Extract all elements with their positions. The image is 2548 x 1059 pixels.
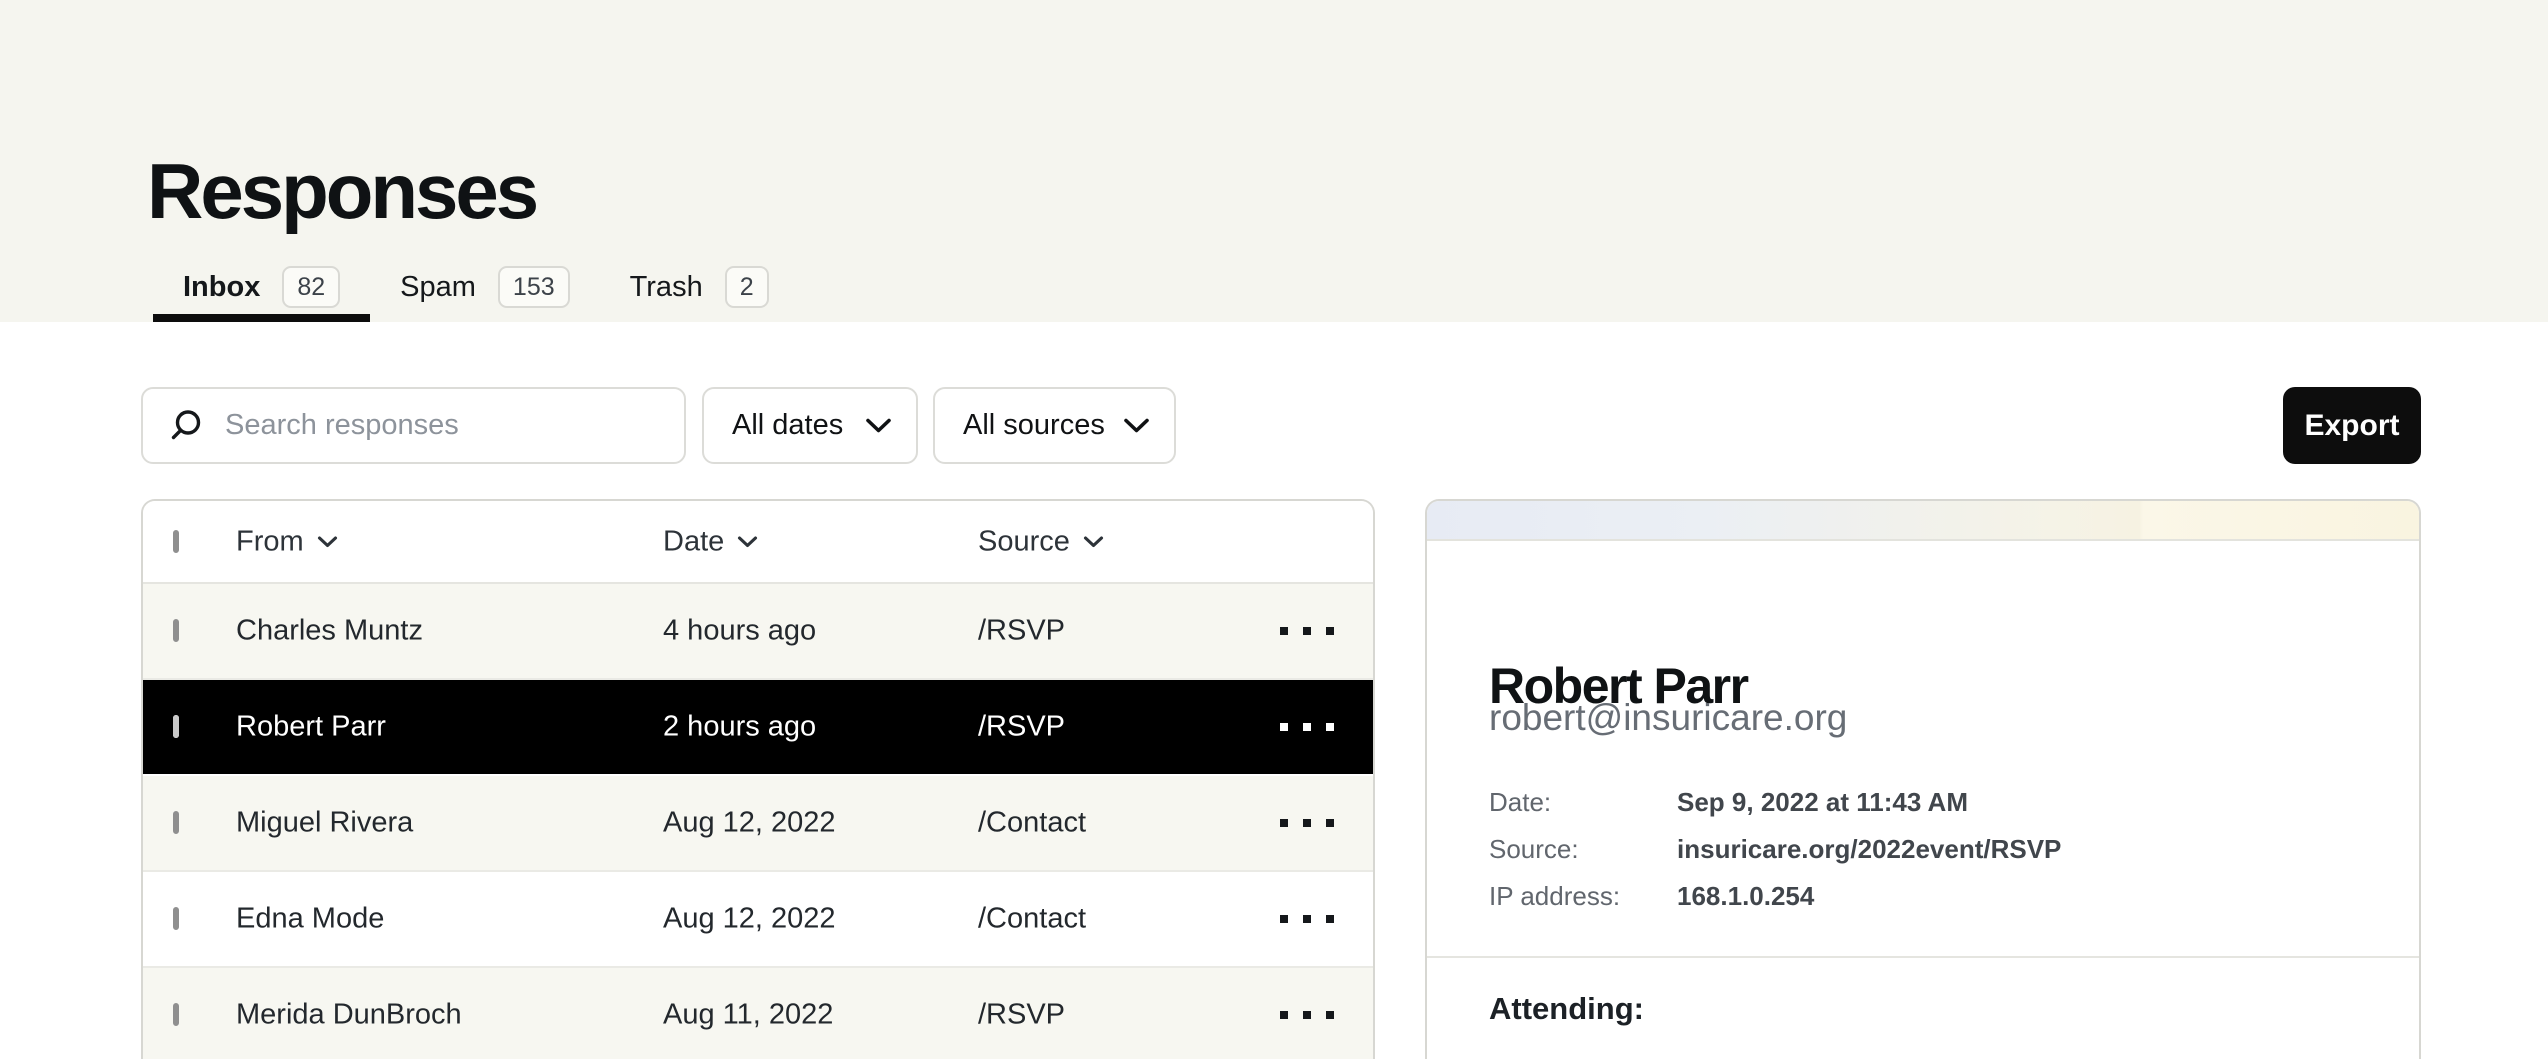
tab-trash[interactable]: Trash 2 bbox=[600, 252, 799, 322]
table-row[interactable]: Edna Mode Aug 12, 2022 /Contact bbox=[143, 872, 1373, 968]
chevron-down-icon bbox=[1083, 535, 1104, 548]
tab-inbox-count-badge: 82 bbox=[282, 266, 340, 309]
page-title: Responses bbox=[147, 152, 536, 230]
select-all-checkbox[interactable] bbox=[173, 530, 179, 553]
row-date: 2 hours ago bbox=[663, 711, 816, 744]
detail-gradient-banner bbox=[1427, 501, 2419, 541]
row-menu-button[interactable] bbox=[1280, 617, 1334, 645]
meta-row-date: Date: Sep 9, 2022 at 11:43 AM bbox=[1489, 789, 2061, 816]
tab-spam[interactable]: Spam 153 bbox=[370, 252, 599, 322]
chevron-down-icon bbox=[1123, 417, 1150, 434]
meta-row-ip: IP address: 168.1.0.254 bbox=[1489, 883, 2061, 910]
response-meta: Date: Sep 9, 2022 at 11:43 AM Source: in… bbox=[1489, 789, 2061, 930]
chevron-down-icon bbox=[865, 417, 892, 434]
row-menu-button[interactable] bbox=[1280, 809, 1334, 837]
tab-inbox-label: Inbox bbox=[183, 271, 260, 304]
meta-value: 168.1.0.254 bbox=[1677, 883, 1814, 910]
row-menu-button[interactable] bbox=[1280, 905, 1334, 933]
column-header-source[interactable]: Source bbox=[978, 525, 1104, 558]
row-date: Aug 12, 2022 bbox=[663, 903, 836, 936]
row-date: Aug 11, 2022 bbox=[663, 999, 833, 1032]
row-menu-button[interactable] bbox=[1280, 1001, 1334, 1029]
source-filter-dropdown[interactable]: All sources bbox=[933, 387, 1176, 464]
row-date: Aug 12, 2022 bbox=[663, 807, 836, 840]
chevron-down-icon bbox=[737, 535, 758, 548]
row-checkbox[interactable] bbox=[173, 1003, 179, 1026]
row-source: /RSVP bbox=[978, 615, 1065, 648]
table-row-selected[interactable]: Robert Parr 2 hours ago /RSVP bbox=[143, 680, 1373, 776]
row-from: Merida DunBroch bbox=[236, 999, 462, 1032]
export-button[interactable]: Export bbox=[2283, 387, 2421, 464]
responses-table: From Date Source Charles Muntz 4 hours a… bbox=[141, 499, 1375, 1059]
search-input[interactable] bbox=[223, 408, 667, 443]
tab-spam-count-badge: 153 bbox=[498, 266, 570, 309]
tab-trash-count-badge: 2 bbox=[725, 266, 769, 309]
column-header-from[interactable]: From bbox=[236, 525, 338, 558]
meta-label: Date: bbox=[1489, 789, 1677, 816]
response-detail-panel: Robert Parr robert@insuricare.org Date: … bbox=[1425, 499, 2421, 1059]
search-icon bbox=[168, 408, 204, 444]
meta-value: insuricare.org/2022event/RSVP bbox=[1677, 836, 2061, 863]
table-row[interactable]: Charles Muntz 4 hours ago /RSVP bbox=[143, 584, 1373, 680]
date-filter-value: All dates bbox=[732, 409, 843, 442]
row-menu-button[interactable] bbox=[1280, 713, 1334, 741]
table-header-row: From Date Source bbox=[143, 501, 1373, 584]
meta-value: Sep 9, 2022 at 11:43 AM bbox=[1677, 789, 1968, 816]
tab-spam-label: Spam bbox=[400, 271, 476, 304]
row-from: Edna Mode bbox=[236, 903, 384, 936]
row-date: 4 hours ago bbox=[663, 615, 816, 648]
top-header-band: Responses Inbox 82 Spam 153 Trash 2 bbox=[0, 0, 2548, 322]
column-header-date[interactable]: Date bbox=[663, 525, 758, 558]
row-checkbox[interactable] bbox=[173, 811, 179, 834]
row-from: Miguel Rivera bbox=[236, 807, 413, 840]
tab-inbox[interactable]: Inbox 82 bbox=[153, 252, 370, 322]
meta-label: Source: bbox=[1489, 836, 1677, 863]
tab-bar: Inbox 82 Spam 153 Trash 2 bbox=[153, 252, 799, 322]
row-source: /Contact bbox=[978, 903, 1086, 936]
tab-trash-label: Trash bbox=[630, 271, 703, 304]
meta-label: IP address: bbox=[1489, 883, 1677, 910]
row-source: /Contact bbox=[978, 807, 1086, 840]
respondent-email: robert@insuricare.org bbox=[1489, 697, 1847, 739]
attending-section-heading: Attending: bbox=[1489, 991, 1644, 1027]
row-source: /RSVP bbox=[978, 711, 1065, 744]
detail-divider bbox=[1427, 956, 2419, 958]
table-row[interactable]: Miguel Rivera Aug 12, 2022 /Contact bbox=[143, 776, 1373, 872]
row-from: Charles Muntz bbox=[236, 615, 423, 648]
search-box[interactable] bbox=[141, 387, 686, 464]
date-filter-dropdown[interactable]: All dates bbox=[702, 387, 918, 464]
source-filter-value: All sources bbox=[963, 409, 1105, 442]
row-checkbox[interactable] bbox=[173, 715, 179, 738]
row-checkbox[interactable] bbox=[173, 619, 179, 642]
chevron-down-icon bbox=[317, 535, 338, 548]
table-row[interactable]: Merida DunBroch Aug 11, 2022 /RSVP bbox=[143, 968, 1373, 1059]
row-from: Robert Parr bbox=[236, 711, 386, 744]
meta-row-source: Source: insuricare.org/2022event/RSVP bbox=[1489, 836, 2061, 863]
row-source: /RSVP bbox=[978, 999, 1065, 1032]
row-checkbox[interactable] bbox=[173, 907, 179, 930]
